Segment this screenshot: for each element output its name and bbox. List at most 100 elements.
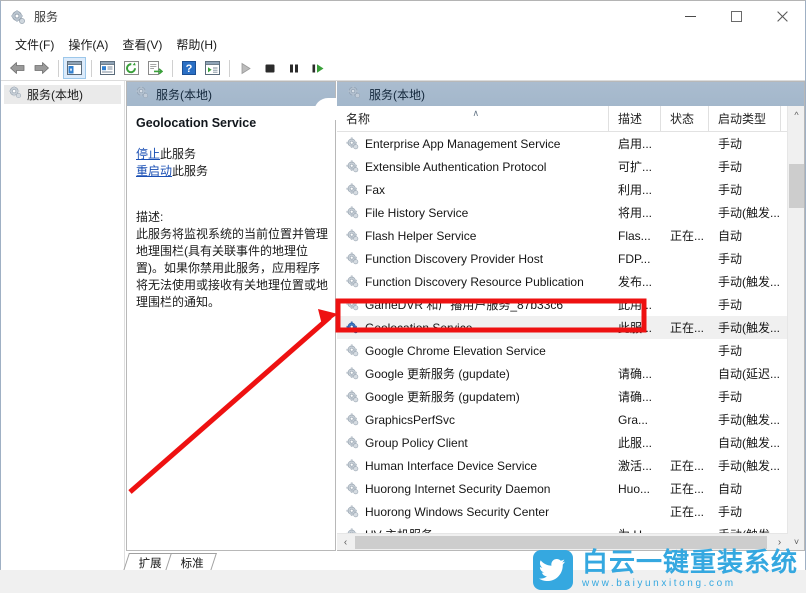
cell-service-name: Function Discovery Resource Publication — [337, 275, 609, 289]
services-gear-icon — [10, 9, 26, 25]
restart-icon — [312, 63, 323, 73]
arrow-right-icon — [34, 62, 49, 74]
cell-status: 正在... — [670, 229, 705, 243]
table-row[interactable]: Enterprise App Management Service 启用... 手动 — [337, 132, 804, 155]
cell-service-name: Google Chrome Elevation Service — [337, 344, 609, 358]
vertical-scroll-thumb[interactable] — [789, 164, 804, 208]
table-row[interactable]: Fax 利用... 手动 — [337, 178, 804, 201]
table-row[interactable]: Human Interface Device Service 激活... 正在...… — [337, 454, 804, 477]
close-button[interactable] — [759, 1, 805, 32]
restart-service-link[interactable]: 重启动 — [136, 164, 172, 178]
table-row[interactable]: Function Discovery Provider Host FDP... 手动 — [337, 247, 804, 270]
cell-status: 正在... — [670, 459, 705, 473]
vertical-scrollbar[interactable]: ^ ˅ — [787, 106, 804, 550]
table-row[interactable]: Google 更新服务 (gupdatem) 请确... 手动 — [337, 385, 804, 408]
watermark: 白云一键重装系统 www.baiyunxitong.com — [532, 547, 798, 592]
cell-startup-type: 手动 — [718, 160, 743, 174]
console-view-icon — [205, 61, 220, 75]
cell-description: Huo... — [618, 481, 651, 496]
column-name[interactable]: 名称 ∧ — [337, 106, 609, 131]
bottom-strip: 白云一键重装系统 www.baiyunxitong.com — [0, 549, 806, 593]
table-row[interactable]: Geolocation Service 此服... 正在... 手动(触发... — [337, 316, 804, 339]
table-row[interactable]: Flash Helper Service Flas... 正在... 自动 — [337, 224, 804, 247]
minimize-button[interactable] — [667, 1, 713, 32]
toolbar-separator-2 — [91, 59, 92, 77]
refresh-icon — [124, 61, 139, 75]
restart-service-button[interactable] — [306, 57, 329, 79]
stop-service-link[interactable]: 停止 — [136, 147, 160, 161]
column-status[interactable]: 状态 — [661, 106, 709, 131]
maximize-button[interactable] — [713, 1, 759, 32]
column-status-label: 状态 — [670, 112, 695, 126]
table-row[interactable]: Huorong Windows Security Center 正在... 手动 — [337, 500, 804, 523]
service-gear-icon — [346, 413, 359, 426]
menu-view[interactable]: 查看(V) — [115, 34, 169, 55]
cell-status: 正在... — [670, 505, 705, 519]
menu-file[interactable]: 文件(F) — [8, 34, 61, 55]
forward-button[interactable] — [30, 57, 53, 79]
menu-action[interactable]: 操作(A) — [61, 34, 115, 55]
service-gear-icon — [346, 206, 359, 219]
cell-description: 启用... — [618, 137, 653, 151]
service-name-label: Google 更新服务 (gupdate) — [365, 367, 510, 381]
scroll-up-button[interactable]: ^ — [788, 106, 804, 123]
window-frame: 服务 文件(F) 操作(A) 查看(V) 帮助(H) ? 服务(本地) 服务(本… — [0, 0, 806, 571]
services-gear-icon — [8, 85, 22, 104]
tree-item-label: 服务(本地) — [27, 88, 83, 102]
title-bar: 服务 — [1, 1, 805, 32]
table-row[interactable]: Huorong Internet Security Daemon Huo... 正在… — [337, 477, 804, 500]
export-list-button[interactable] — [144, 57, 167, 79]
cell-service-name: File History Service — [337, 206, 609, 220]
refresh-button[interactable] — [120, 57, 143, 79]
service-name-label: Human Interface Device Service — [365, 458, 538, 473]
table-row[interactable]: Extensible Authentication Protocol 可扩... 手… — [337, 155, 804, 178]
services-rows[interactable]: Enterprise App Management Service 启用... 手动… — [337, 132, 804, 550]
pause-service-button[interactable] — [282, 57, 305, 79]
scroll-left-button[interactable]: ‹ — [337, 534, 354, 551]
table-row[interactable]: GameDVR 和广播用户服务_87b33c6 此用... 手动 — [337, 293, 804, 316]
column-startup-type[interactable]: 启动类型 — [709, 106, 781, 131]
console-view-button[interactable] — [201, 57, 224, 79]
cell-description: 请确... — [618, 390, 653, 404]
menu-help[interactable]: 帮助(H) — [169, 34, 224, 55]
cell-startup-type: 手动 — [718, 183, 743, 197]
cell-startup-type: 手动 — [718, 505, 743, 519]
service-name-label: GameDVR 和广播用户服务_87b33c6 — [365, 298, 564, 312]
table-row[interactable]: Google 更新服务 (gupdate) 请确... 自动(延迟... — [337, 362, 804, 385]
services-list-pane: 服务(本地) 名称 ∧ 描述 状态 启动类型 Enterprise App Ma… — [337, 81, 805, 551]
help-button[interactable]: ? — [177, 57, 200, 79]
tab-standard[interactable]: 标准 — [165, 553, 217, 571]
help-question-icon: ? — [181, 61, 196, 75]
cell-startup-type: 手动 — [718, 298, 743, 312]
service-name-label: Google Chrome Elevation Service — [365, 343, 546, 358]
service-name-label: Function Discovery Resource Publication — [365, 274, 584, 289]
service-gear-icon — [346, 137, 359, 150]
details-body: Geolocation Service 停止此服务 重启动此服务 描述: 此服务… — [127, 106, 335, 311]
start-service-button[interactable] — [234, 57, 257, 79]
properties-button[interactable] — [96, 57, 119, 79]
selected-service-title: Geolocation Service — [136, 116, 257, 130]
tree-pane-icon — [67, 61, 82, 75]
column-startup-label: 启动类型 — [718, 112, 767, 126]
cell-description: 此服... — [618, 321, 653, 335]
stop-service-button[interactable] — [258, 57, 281, 79]
table-row[interactable]: Group Policy Client 此服... 自动(触发... — [337, 431, 804, 454]
service-gear-icon — [346, 252, 359, 265]
table-row[interactable]: Function Discovery Resource Publication 发… — [337, 270, 804, 293]
tree-item-services-local[interactable]: 服务(本地) — [4, 85, 121, 104]
back-button[interactable] — [6, 57, 29, 79]
table-row[interactable]: File History Service 将用... 手动(触发... — [337, 201, 804, 224]
table-row[interactable]: Google Chrome Elevation Service 手动 — [337, 339, 804, 362]
stop-service-suffix: 此服务 — [160, 147, 197, 161]
show-hide-tree-button[interactable] — [63, 57, 86, 79]
table-row[interactable]: GraphicsPerfSvc Gra... 手动(触发... — [337, 408, 804, 431]
tab-extended-label: 扩展 — [138, 557, 162, 570]
cell-service-name: Extensible Authentication Protocol — [337, 160, 609, 174]
cell-service-name: Group Policy Client — [337, 436, 609, 450]
service-gear-icon — [346, 459, 359, 472]
main-content: 服务(本地) 服务(本地) Geolocation Service 停止此服务 … — [1, 81, 805, 571]
column-description[interactable]: 描述 — [609, 106, 661, 131]
cell-service-name: Geolocation Service — [337, 321, 609, 335]
watermark-text: 白云一键重装系统 www.baiyunxitong.com — [582, 549, 798, 590]
cell-description: Flas... — [618, 228, 651, 243]
